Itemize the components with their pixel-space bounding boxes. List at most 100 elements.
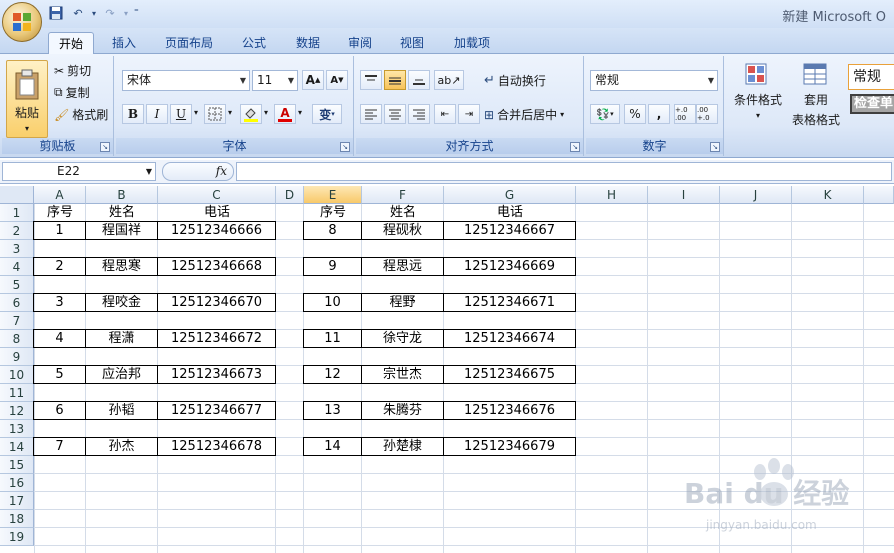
left-table-data-cell[interactable]: 5 <box>33 365 86 384</box>
right-table-data-cell[interactable]: 10 <box>303 293 362 312</box>
copy-button[interactable]: ⧉ 复制 <box>54 84 90 101</box>
left-table-data-cell[interactable]: 2 <box>33 257 86 276</box>
row-header-11[interactable]: 11 <box>0 384 34 402</box>
right-table-data-cell[interactable]: 宗世杰 <box>361 365 444 384</box>
row-header-12[interactable]: 12 <box>0 402 34 420</box>
row-header-3[interactable]: 3 <box>0 240 34 258</box>
left-table-data-cell[interactable]: 孙杰 <box>85 437 158 456</box>
row-header-8[interactable]: 8 <box>0 330 34 348</box>
tab-review[interactable]: 审阅 <box>338 32 382 54</box>
column-header-b[interactable]: B <box>86 186 158 204</box>
right-table-data-cell[interactable]: 12512346679 <box>443 437 576 456</box>
column-header-e[interactable]: E <box>304 186 362 204</box>
right-table-data-cell[interactable]: 13 <box>303 401 362 420</box>
right-table-data-cell[interactable]: 徐守龙 <box>361 329 444 348</box>
column-header-g[interactable]: G <box>444 186 576 204</box>
left-table-data-cell[interactable]: 6 <box>33 401 86 420</box>
cell-style-check[interactable]: 检查单 <box>850 94 894 114</box>
name-box[interactable]: E22 ▼ <box>2 162 156 181</box>
left-table-data-cell[interactable]: 程国祥 <box>85 221 158 240</box>
undo-dropdown-icon[interactable]: ▾ <box>92 9 96 18</box>
align-top-button[interactable] <box>360 70 382 90</box>
right-table-data-cell[interactable]: 12512346671 <box>443 293 576 312</box>
column-header-overflow[interactable] <box>864 186 894 204</box>
row-header-6[interactable]: 6 <box>0 294 34 312</box>
redo-icon[interactable]: ↷ <box>102 5 118 21</box>
left-table-data-cell[interactable]: 12512346668 <box>157 257 276 276</box>
column-header-c[interactable]: C <box>158 186 276 204</box>
row-header-15[interactable]: 15 <box>0 456 34 474</box>
column-header-f[interactable]: F <box>362 186 444 204</box>
row-header-17[interactable]: 17 <box>0 492 34 510</box>
tab-home[interactable]: 开始 <box>48 32 94 54</box>
right-table-data-cell[interactable]: 9 <box>303 257 362 276</box>
right-table-header-cell[interactable]: 电话 <box>444 204 576 222</box>
tab-view[interactable]: 视图 <box>390 32 434 54</box>
select-all-corner[interactable] <box>0 186 34 204</box>
tab-page-layout[interactable]: 页面布局 <box>156 32 222 54</box>
right-table-data-cell[interactable]: 12512346676 <box>443 401 576 420</box>
tab-data[interactable]: 数据 <box>286 32 330 54</box>
insert-function-button[interactable]: fx <box>162 162 234 181</box>
column-header-i[interactable]: I <box>648 186 720 204</box>
tab-formulas[interactable]: 公式 <box>232 32 276 54</box>
column-header-j[interactable]: J <box>720 186 792 204</box>
accounting-format-button[interactable]: 💱 ▾ <box>590 104 620 124</box>
percent-style-button[interactable]: % <box>624 104 646 124</box>
save-icon[interactable] <box>48 5 64 21</box>
tab-addins[interactable]: 加载项 <box>444 32 500 54</box>
fill-color-button[interactable] <box>240 104 262 124</box>
left-table-header-cell[interactable]: 姓名 <box>86 204 158 222</box>
customize-qat-icon[interactable]: ⁼ <box>134 8 139 18</box>
right-table-data-cell[interactable]: 朱腾芬 <box>361 401 444 420</box>
row-header-1[interactable]: 1 <box>0 204 34 222</box>
right-table-data-cell[interactable]: 14 <box>303 437 362 456</box>
grow-font-button[interactable]: A ▲ <box>302 70 324 90</box>
right-table-data-cell[interactable]: 12512346674 <box>443 329 576 348</box>
right-table-header-cell[interactable]: 姓名 <box>362 204 444 222</box>
row-header-14[interactable]: 14 <box>0 438 34 456</box>
left-table-data-cell[interactable]: 12512346673 <box>157 365 276 384</box>
row-header-13[interactable]: 13 <box>0 420 34 438</box>
row-header-18[interactable]: 18 <box>0 510 34 528</box>
left-table-data-cell[interactable]: 程咬金 <box>85 293 158 312</box>
row-header-9[interactable]: 9 <box>0 348 34 366</box>
left-table-data-cell[interactable]: 12512346678 <box>157 437 276 456</box>
right-table-data-cell[interactable]: 程思远 <box>361 257 444 276</box>
left-table-data-cell[interactable]: 4 <box>33 329 86 348</box>
italic-button[interactable]: I <box>146 104 168 124</box>
number-format-combo[interactable]: 常规 ▼ <box>590 70 718 91</box>
right-table-data-cell[interactable]: 8 <box>303 221 362 240</box>
row-header-5[interactable]: 5 <box>0 276 34 294</box>
paste-button[interactable]: 粘贴 ▾ <box>6 60 48 138</box>
row-header-10[interactable]: 10 <box>0 366 34 384</box>
left-table-data-cell[interactable]: 12512346670 <box>157 293 276 312</box>
cut-button[interactable]: ✂ 剪切 <box>54 62 91 79</box>
column-header-a[interactable]: A <box>34 186 86 204</box>
left-table-data-cell[interactable]: 7 <box>33 437 86 456</box>
right-table-data-cell[interactable]: 12512346669 <box>443 257 576 276</box>
left-table-data-cell[interactable]: 程思寒 <box>85 257 158 276</box>
right-table-data-cell[interactable]: 12512346667 <box>443 221 576 240</box>
right-table-data-cell[interactable]: 11 <box>303 329 362 348</box>
right-table-data-cell[interactable]: 程砚秋 <box>361 221 444 240</box>
left-table-header-cell[interactable]: 序号 <box>34 204 86 222</box>
orientation-button[interactable]: ab↗ <box>434 70 464 90</box>
left-table-data-cell[interactable]: 3 <box>33 293 86 312</box>
phonetic-button[interactable]: 变 ▾ <box>312 104 342 124</box>
comma-style-button[interactable]: , <box>648 104 670 124</box>
left-table-data-cell[interactable]: 1 <box>33 221 86 240</box>
font-color-button[interactable]: A <box>274 104 296 124</box>
row-header-19[interactable]: 19 <box>0 528 34 546</box>
left-table-data-cell[interactable]: 应治邦 <box>85 365 158 384</box>
column-header-h[interactable]: H <box>576 186 648 204</box>
tab-insert[interactable]: 插入 <box>102 32 146 54</box>
left-table-data-cell[interactable]: 12512346672 <box>157 329 276 348</box>
font-launcher-icon[interactable]: ↘ <box>340 142 350 152</box>
underline-button[interactable]: U <box>170 104 192 124</box>
row-header-16[interactable]: 16 <box>0 474 34 492</box>
align-left-button[interactable] <box>360 104 382 124</box>
right-table-data-cell[interactable]: 程野 <box>361 293 444 312</box>
merge-center-button[interactable]: ⊞ 合并后居中 ▾ <box>484 106 564 123</box>
left-table-data-cell[interactable]: 12512346666 <box>157 221 276 240</box>
